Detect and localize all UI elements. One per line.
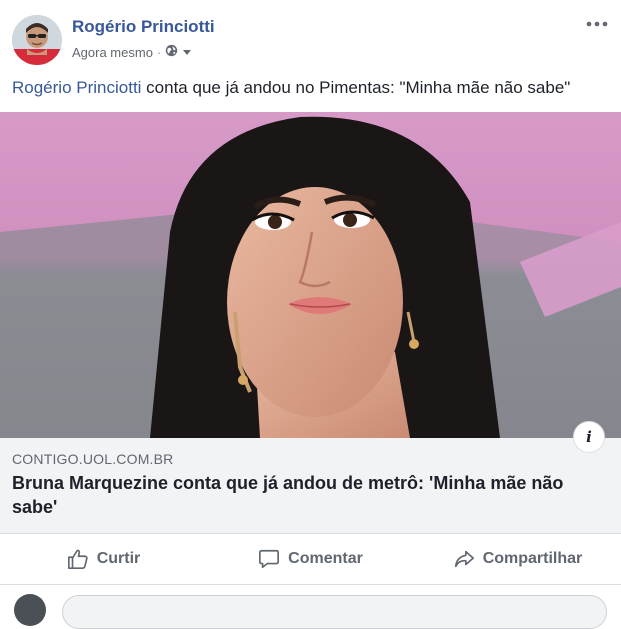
link-preview-image[interactable]: [0, 112, 621, 438]
author-avatar[interactable]: [12, 15, 62, 65]
action-bar: Curtir Comentar Compartilhar: [0, 534, 621, 584]
commenter-avatar: [14, 594, 46, 626]
post-text-body: conta que já andou no Pimentas: "Minha m…: [141, 78, 571, 97]
link-headline[interactable]: Bruna Marquezine conta que já andou de m…: [12, 471, 602, 519]
post-timestamp[interactable]: Agora mesmo: [72, 45, 153, 60]
comment-label: Comentar: [288, 550, 363, 567]
info-icon[interactable]: i: [573, 421, 605, 453]
share-label: Compartilhar: [482, 550, 583, 567]
link-domain: CONTIGO.UOL.COM.BR: [12, 451, 174, 467]
comment-icon: [258, 548, 280, 570]
comment-button[interactable]: Comentar: [207, 548, 414, 570]
post-meta: Agora mesmo ·: [72, 44, 192, 60]
link-preview[interactable]: CONTIGO.UOL.COM.BR Bruna Marquezine cont…: [0, 438, 621, 534]
more-options-icon[interactable]: [585, 14, 609, 34]
globe-icon[interactable]: [165, 44, 178, 60]
like-button[interactable]: Curtir: [0, 548, 207, 570]
post-header: Rogério Princiotti Agora mesmo ·: [0, 0, 621, 70]
comments-divider: [0, 584, 621, 585]
comment-input[interactable]: [62, 595, 607, 629]
thumbs-up-icon: [67, 548, 89, 570]
meta-separator: ·: [156, 44, 162, 60]
like-label: Curtir: [96, 550, 141, 567]
post-text: Rogério Princiotti conta que já andou no…: [12, 78, 612, 98]
share-button[interactable]: Compartilhar: [414, 548, 621, 570]
share-icon: [453, 548, 475, 570]
caret-down-icon[interactable]: [182, 45, 192, 60]
post-text-author-link[interactable]: Rogério Princiotti: [12, 78, 141, 97]
author-name[interactable]: Rogério Princiotti: [72, 17, 215, 37]
